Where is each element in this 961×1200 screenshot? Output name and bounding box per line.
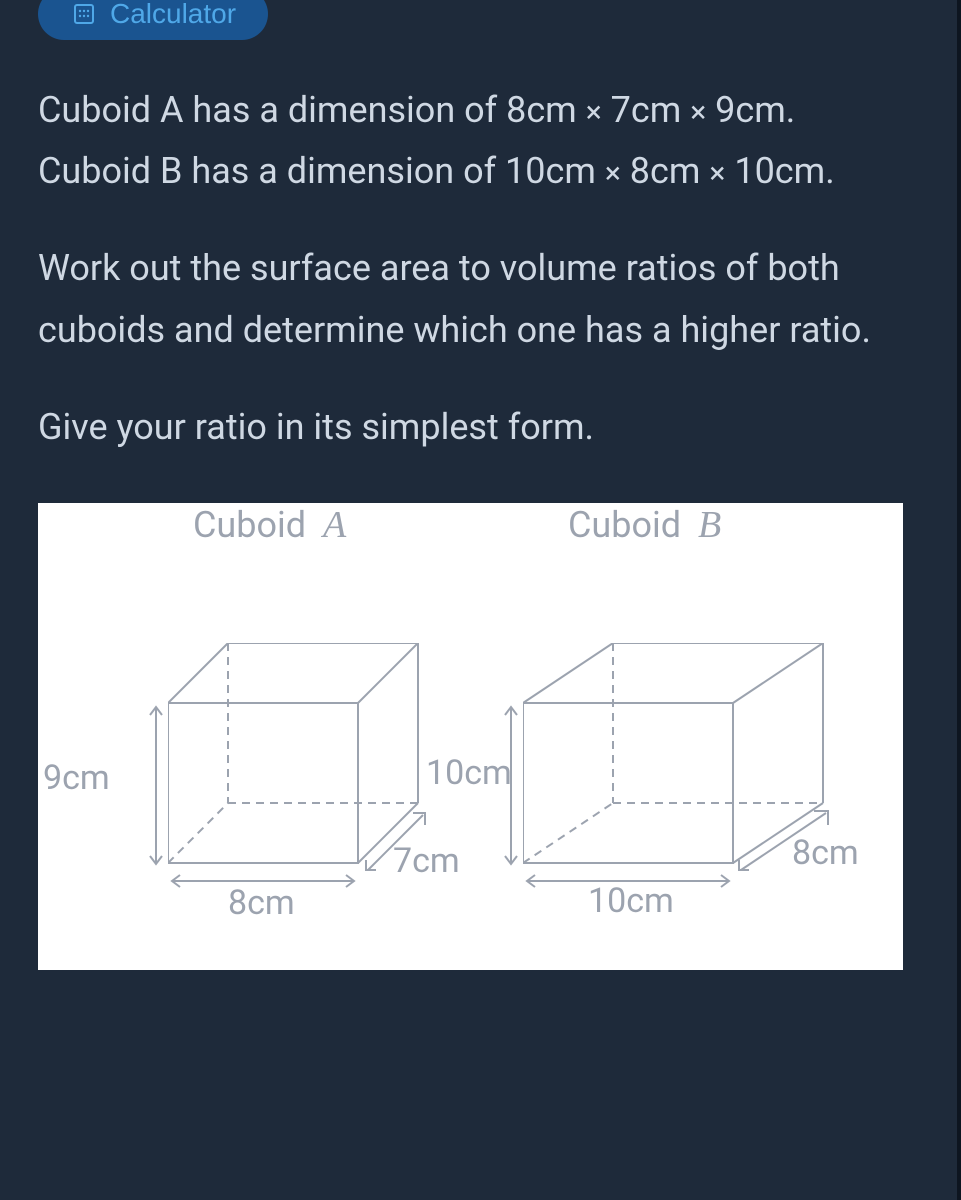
question-line1b: 7cm (602, 89, 691, 131)
question-text: Cuboid A has a dimension of 8cm × 7cm × … (38, 80, 919, 458)
calculator-label: Calculator (110, 0, 236, 30)
cuboid-a-width-label: 8cm (228, 883, 295, 923)
cuboid-b-letter: B (698, 504, 721, 546)
times-2: × (690, 95, 706, 130)
times-3: × (605, 156, 621, 191)
cuboid-a-height-arrow (146, 703, 166, 868)
cuboid-a-title: Cuboid A (193, 503, 346, 547)
question-line2a: Cuboid B has a dimension of 10cm (38, 150, 605, 192)
question-line3: Work out the surface area to volume rati… (38, 238, 919, 360)
question-line4: Give your ratio in its simplest form. (38, 397, 919, 458)
question-line2c: 10cm. (725, 150, 834, 192)
cuboid-a-letter: A (323, 504, 346, 546)
diagram-container: Cuboid A Cuboid B 9cm 8cm (38, 503, 903, 970)
calculator-icon (70, 0, 98, 28)
calculator-button[interactable]: Calculator (38, 0, 268, 40)
cuboid-a-depth-label: 7cm (393, 841, 460, 881)
cuboid-a-height-label: 9cm (43, 758, 110, 798)
cuboid-b-height-label: 10cm (426, 753, 512, 793)
cuboid-a-title-text: Cuboid (193, 504, 306, 546)
cuboid-b-title: Cuboid B (568, 503, 721, 547)
cuboid-b-width-label: 10cm (588, 881, 674, 921)
question-line1a: Cuboid A has a dimension of 8cm (38, 89, 586, 131)
cuboid-b-title-text: Cuboid (568, 504, 681, 546)
cuboid-b-depth-label: 8cm (792, 833, 859, 873)
question-line1c: 9cm. (706, 89, 795, 131)
times-1: × (586, 95, 602, 130)
question-line2b: 8cm (621, 150, 710, 192)
times-4: × (709, 156, 725, 191)
